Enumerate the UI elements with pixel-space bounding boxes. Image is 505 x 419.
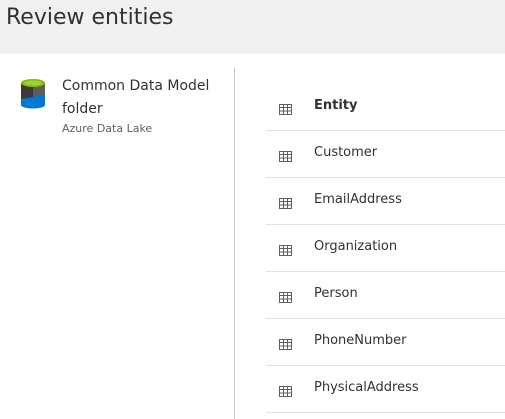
- entity-label: PhysicalAddress: [314, 380, 419, 395]
- table-icon: [279, 100, 292, 115]
- entity-label: Customer: [314, 145, 378, 160]
- entity-label: EmailAddress: [314, 192, 402, 207]
- entity-row-phonenumber[interactable]: PhoneNumber: [266, 319, 505, 366]
- source-name: Common Data Model folder: [62, 78, 210, 117]
- page-title: Review entities: [6, 5, 174, 30]
- entity-label: PhoneNumber: [314, 333, 407, 348]
- table-icon: [279, 288, 292, 303]
- entity-list: Entity Customer EmailAddress Organizatio…: [266, 84, 505, 413]
- entity-column-header: Entity: [314, 98, 358, 113]
- entity-row-physicaladdress[interactable]: PhysicalAddress: [266, 366, 505, 413]
- table-icon: [279, 241, 292, 256]
- entity-row-customer[interactable]: Customer: [266, 131, 505, 178]
- entity-row-person[interactable]: Person: [266, 272, 505, 319]
- panel-divider: [234, 68, 235, 419]
- entity-row-organization[interactable]: Organization: [266, 225, 505, 272]
- page-header: Review entities: [0, 0, 505, 54]
- entity-list-header: Entity: [266, 84, 505, 131]
- table-icon: [279, 194, 292, 209]
- table-icon: [279, 335, 292, 350]
- table-icon: [279, 382, 292, 397]
- table-icon: [279, 147, 292, 162]
- source-type: Azure Data Lake: [62, 122, 153, 135]
- entity-label: Organization: [314, 239, 398, 254]
- entity-label: Person: [314, 286, 358, 301]
- data-lake-cylinder-icon: [20, 77, 46, 109]
- entity-row-emailaddress[interactable]: EmailAddress: [266, 178, 505, 225]
